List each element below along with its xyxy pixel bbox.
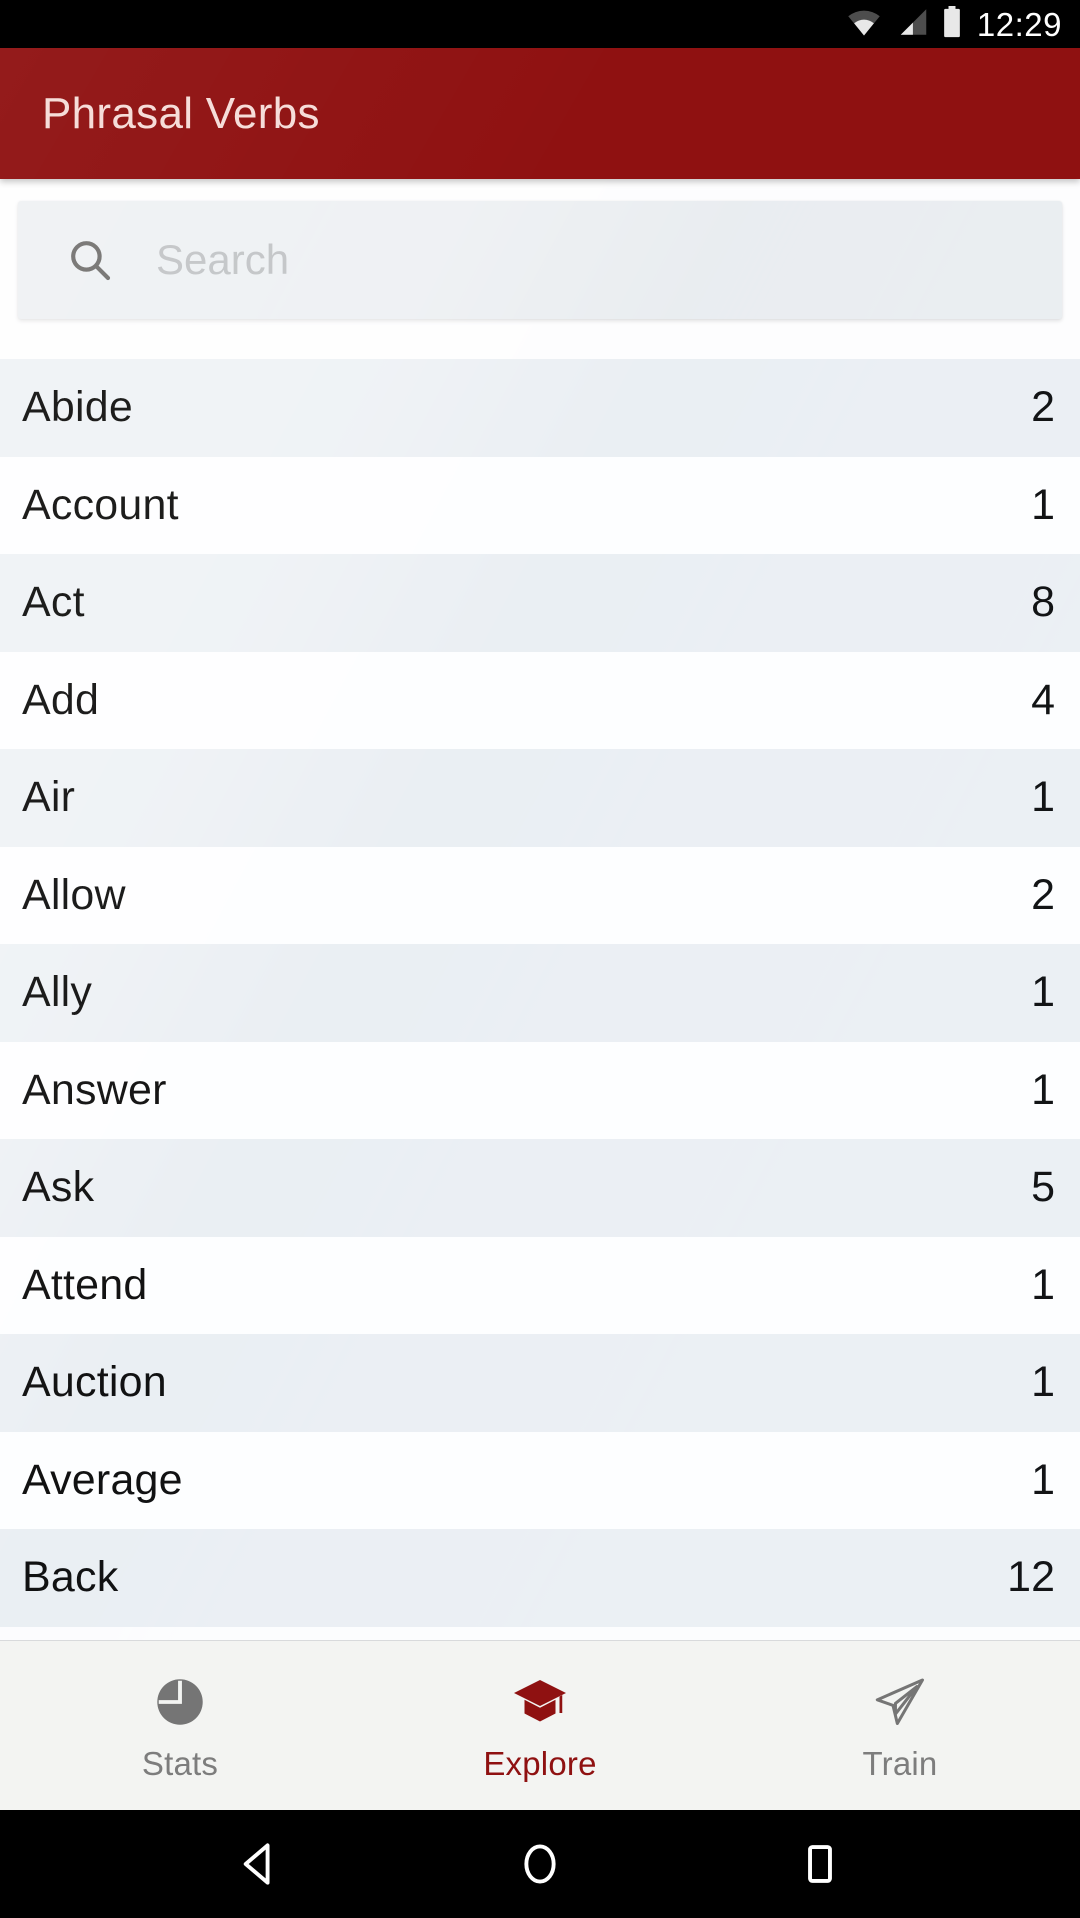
list-item[interactable]: Back 12	[0, 1529, 1080, 1627]
pie-chart-icon	[151, 1671, 209, 1733]
verb-name: Back	[22, 1553, 119, 1602]
verb-count: 1	[1031, 1065, 1055, 1114]
list-item[interactable]: Average 1	[0, 1431, 1080, 1529]
verb-count: 1	[1031, 773, 1055, 822]
verb-name: Abide	[22, 383, 133, 432]
home-button[interactable]	[514, 1838, 566, 1890]
cell-signal-icon	[895, 7, 929, 42]
paper-plane-icon	[871, 1671, 929, 1733]
verb-list[interactable]: Abide 2 Account 1 Act 8 Add 4 Air 1 Allow 2 Ally 1 Ans…	[0, 359, 1080, 1640]
status-bar-icons	[845, 5, 963, 43]
list-item[interactable]: Auction 1	[0, 1334, 1080, 1432]
status-bar: 12:29	[0, 0, 1080, 48]
recents-button[interactable]	[794, 1838, 846, 1890]
verb-name: Answer	[22, 1065, 167, 1114]
phone-screen: 12:29 Phrasal Verbs Search Abide 2 Account…	[0, 0, 1080, 1918]
wifi-icon	[845, 7, 883, 42]
list-item[interactable]: Abide 2	[0, 359, 1080, 457]
list-item[interactable]: Attend 1	[0, 1236, 1080, 1334]
nav-label-explore: Explore	[483, 1745, 597, 1782]
verb-count: 1	[1031, 1358, 1055, 1407]
verb-count: 1	[1031, 968, 1055, 1017]
search-icon	[66, 236, 114, 284]
status-bar-clock: 12:29	[976, 5, 1062, 43]
nav-item-train[interactable]: Train	[720, 1641, 1080, 1810]
verb-name: Ask	[22, 1163, 95, 1212]
battery-icon	[941, 5, 963, 43]
list-item[interactable]: Answer 1	[0, 1041, 1080, 1139]
verb-count: 8	[1031, 578, 1055, 627]
nav-label-stats: Stats	[141, 1745, 219, 1782]
verb-name: Ally	[22, 968, 93, 1017]
verb-name: Account	[22, 480, 179, 529]
search-placeholder: Search	[156, 236, 290, 283]
app-bar: Phrasal Verbs	[0, 48, 1080, 179]
list-item[interactable]: Add 4	[0, 651, 1080, 749]
verb-count: 12	[1007, 1553, 1055, 1602]
verb-name: Average	[22, 1455, 183, 1504]
search-container: Search	[0, 179, 1080, 359]
verb-count: 1	[1031, 1455, 1055, 1504]
nav-label-train: Train	[862, 1745, 938, 1782]
bottom-navigation: Stats Explore Train	[0, 1640, 1080, 1810]
verb-count: 1	[1031, 480, 1055, 529]
verb-name: Attend	[22, 1260, 148, 1309]
list-item[interactable]: Account 1	[0, 456, 1080, 554]
nav-item-explore[interactable]: Explore	[360, 1641, 720, 1810]
verb-name: Auction	[22, 1358, 167, 1407]
list-item[interactable]: Allow 2	[0, 846, 1080, 944]
page-title: Phrasal Verbs	[42, 88, 320, 138]
list-item[interactable]: Air 1	[0, 749, 1080, 847]
search-input[interactable]: Search	[18, 201, 1062, 319]
list-item[interactable]: Act 8	[0, 554, 1080, 652]
list-item[interactable]: Ask 5	[0, 1139, 1080, 1237]
graduation-cap-icon	[510, 1671, 570, 1733]
verb-count: 2	[1031, 383, 1055, 432]
nav-item-stats[interactable]: Stats	[0, 1641, 360, 1810]
verb-name: Air	[22, 773, 76, 822]
verb-count: 5	[1031, 1163, 1055, 1212]
verb-name: Act	[22, 578, 85, 627]
list-item[interactable]: Ally 1	[0, 944, 1080, 1042]
content-area: Search Abide 2 Account 1 Act 8 Add 4 Air 1 Allow 2 A…	[0, 179, 1080, 1640]
verb-name: Add	[22, 675, 100, 724]
android-navigation-bar	[0, 1810, 1080, 1918]
back-button[interactable]	[234, 1838, 286, 1890]
verb-count: 4	[1031, 675, 1055, 724]
verb-name: Allow	[22, 870, 126, 919]
verb-count: 1	[1031, 1260, 1055, 1309]
verb-count: 2	[1031, 870, 1055, 919]
